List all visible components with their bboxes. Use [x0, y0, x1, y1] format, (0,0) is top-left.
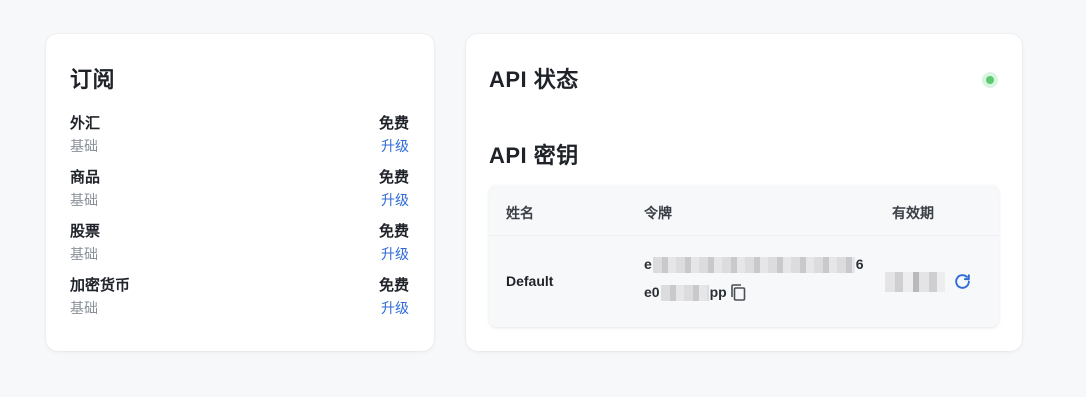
- column-header-expiry: 有效期: [892, 205, 934, 221]
- upgrade-link[interactable]: 升级: [381, 244, 409, 264]
- api-card: API 状态 API 密钥 姓名 令牌 有效期 Default e6 e0 pp: [466, 34, 1022, 351]
- subscription-item-crypto: 加密货币 基础 免费 升级: [70, 272, 409, 326]
- upgrade-link[interactable]: 升级: [381, 298, 409, 318]
- subscription-item-tier: 基础: [70, 138, 98, 154]
- subscription-item-name: 商品: [70, 169, 101, 186]
- subscription-item-tier: 基础: [70, 246, 98, 262]
- key-name: Default: [506, 273, 554, 289]
- token-value-line-2: e0 pp: [644, 284, 727, 302]
- subscription-item-tier: 基础: [70, 192, 98, 208]
- subscription-item-plan: 免费: [378, 277, 409, 294]
- copy-icon[interactable]: [729, 283, 747, 302]
- token-text: e0: [644, 284, 660, 300]
- subscription-title: 订阅: [70, 67, 116, 92]
- upgrade-link[interactable]: 升级: [381, 190, 409, 210]
- subscription-item-name: 外汇: [70, 115, 101, 132]
- subscription-card: 订阅 外汇 基础 免费 升级 商品 基础 免费 升级 股票 基础 免费 升级 加…: [46, 34, 434, 351]
- api-status-title: API 状态: [489, 67, 579, 92]
- subscription-item-tier: 基础: [70, 300, 98, 316]
- upgrade-link[interactable]: 升级: [381, 136, 409, 156]
- token-text: e: [644, 256, 652, 272]
- table-header: 姓名 令牌 有效期: [489, 185, 999, 235]
- subscription-item-stocks: 股票 基础 免费 升级: [70, 218, 409, 272]
- subscription-item-plan: 免费: [378, 169, 409, 186]
- subscription-item-commodities: 商品 基础 免费 升级: [70, 164, 409, 218]
- subscription-item-plan: 免费: [378, 223, 409, 240]
- subscription-item-forex: 外汇 基础 免费 升级: [70, 110, 409, 164]
- subscription-item-name: 股票: [70, 223, 101, 240]
- refresh-icon[interactable]: [953, 272, 972, 291]
- token-text: pp: [709, 284, 727, 300]
- token-redaction: [652, 257, 855, 274]
- subscription-item-name: 加密货币: [70, 277, 131, 294]
- subscription-item-plan: 免费: [378, 115, 409, 132]
- status-indicator-icon: [982, 72, 998, 88]
- table-row: Default e6 e0 pp: [489, 235, 999, 327]
- token-value-line-1: e6: [644, 256, 864, 274]
- subscription-list: 外汇 基础 免费 升级 商品 基础 免费 升级 股票 基础 免费 升级 加密货币…: [70, 110, 409, 326]
- column-header-name: 姓名: [506, 205, 534, 221]
- token-redaction: [660, 285, 709, 302]
- column-header-token: 令牌: [644, 205, 672, 221]
- api-keys-title: API 密钥: [489, 143, 579, 168]
- expiry-value-redacted: [885, 272, 945, 292]
- token-text: 6: [855, 256, 864, 272]
- api-keys-table: 姓名 令牌 有效期 Default e6 e0 pp: [489, 185, 999, 327]
